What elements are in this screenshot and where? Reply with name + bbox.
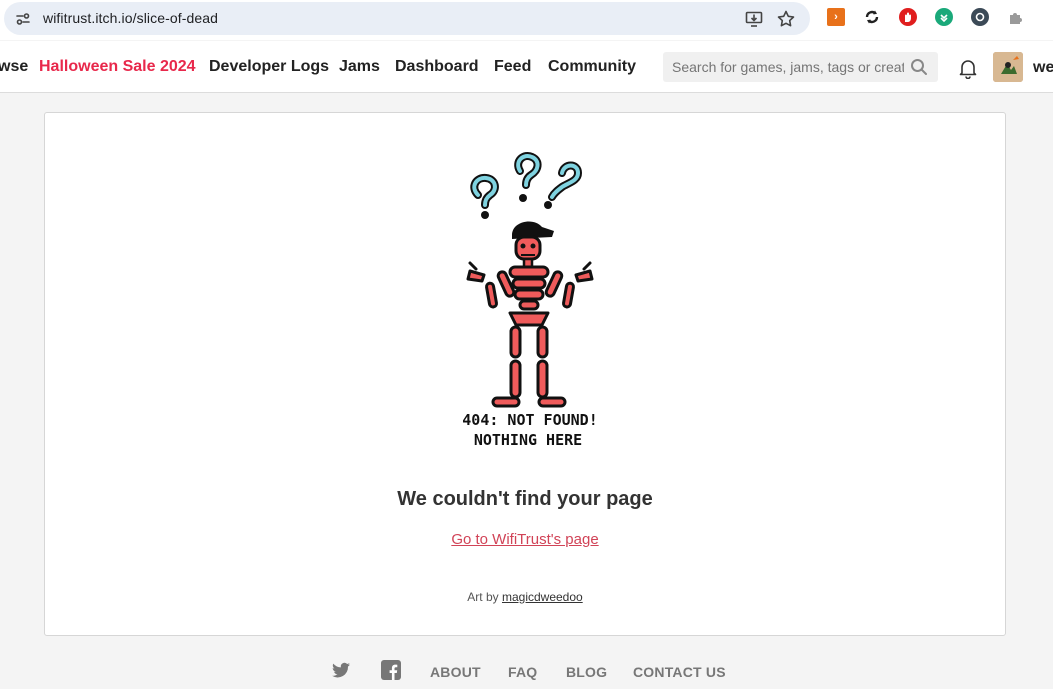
- twitter-icon[interactable]: [330, 659, 352, 681]
- search-input[interactable]: [672, 59, 904, 75]
- footer-blog-link[interactable]: BLOG: [566, 664, 607, 680]
- art-credit-prefix: Art by: [467, 590, 499, 604]
- footer-contact-link[interactable]: CONTACT US: [633, 664, 726, 680]
- bookmark-star-icon[interactable]: [775, 8, 797, 30]
- url-text[interactable]: wifitrust.itch.io/slice-of-dead: [43, 10, 218, 26]
- nav-developer-logs[interactable]: Developer Logs: [209, 58, 329, 76]
- address-bar[interactable]: wifitrust.itch.io/slice-of-dead: [4, 2, 810, 35]
- page-title: We couldn't find your page: [397, 488, 653, 510]
- footer-faq-link[interactable]: FAQ: [508, 664, 537, 680]
- question-marks-icon: [470, 152, 583, 219]
- extension-green-icon[interactable]: [935, 8, 953, 26]
- site-footer: ABOUT FAQ BLOG CONTACT US: [0, 655, 1053, 689]
- nav-feed[interactable]: Feed: [494, 58, 531, 76]
- nav-community[interactable]: Community: [548, 58, 636, 76]
- browser-toolbar: wifitrust.itch.io/slice-of-dead ›: [0, 0, 1053, 40]
- nav-jams[interactable]: Jams: [339, 58, 380, 76]
- facebook-icon[interactable]: [380, 659, 402, 681]
- site-info-icon[interactable]: [14, 10, 32, 28]
- back-link-wrapper: Go to WifiTrust's page: [45, 531, 1005, 548]
- notification-bell-icon[interactable]: [957, 57, 979, 80]
- skeleton-figure: [466, 221, 594, 408]
- nav-dashboard[interactable]: Dashboard: [395, 58, 479, 76]
- artist-link[interactable]: magicdweedoo: [502, 590, 583, 604]
- nav-browse[interactable]: wse: [0, 58, 28, 76]
- nav-halloween-sale[interactable]: Halloween Sale 2024: [39, 58, 196, 76]
- footer-about-link[interactable]: ABOUT: [430, 664, 481, 680]
- art-credit: Art by magicdweedoo: [45, 590, 1005, 604]
- illustration-caption-line2: NOTHING HERE: [474, 431, 582, 449]
- skeleton-illustration: 404: NOT FOUND! NOTHING HERE: [462, 152, 598, 449]
- search-icon[interactable]: [910, 58, 928, 76]
- illustration-caption-line1: 404: NOT FOUND!: [462, 411, 597, 429]
- install-app-icon[interactable]: [743, 8, 765, 30]
- not-found-card: 404: NOT FOUND! NOTHING HERE We couldn't…: [44, 112, 1006, 636]
- extension-red-icon[interactable]: [899, 8, 917, 26]
- site-header: wse Halloween Sale 2024 Developer Logs J…: [0, 41, 1053, 93]
- extension-puzzle-icon[interactable]: [1007, 8, 1025, 26]
- extension-sync-icon[interactable]: [863, 8, 881, 26]
- extension-gray-icon[interactable]: [971, 8, 989, 26]
- username[interactable]: we: [1033, 59, 1053, 77]
- creator-page-link[interactable]: Go to WifiTrust's page: [451, 531, 598, 548]
- extension-orange-icon[interactable]: ›: [827, 8, 845, 26]
- search-box: [663, 52, 938, 82]
- avatar[interactable]: [993, 52, 1023, 82]
